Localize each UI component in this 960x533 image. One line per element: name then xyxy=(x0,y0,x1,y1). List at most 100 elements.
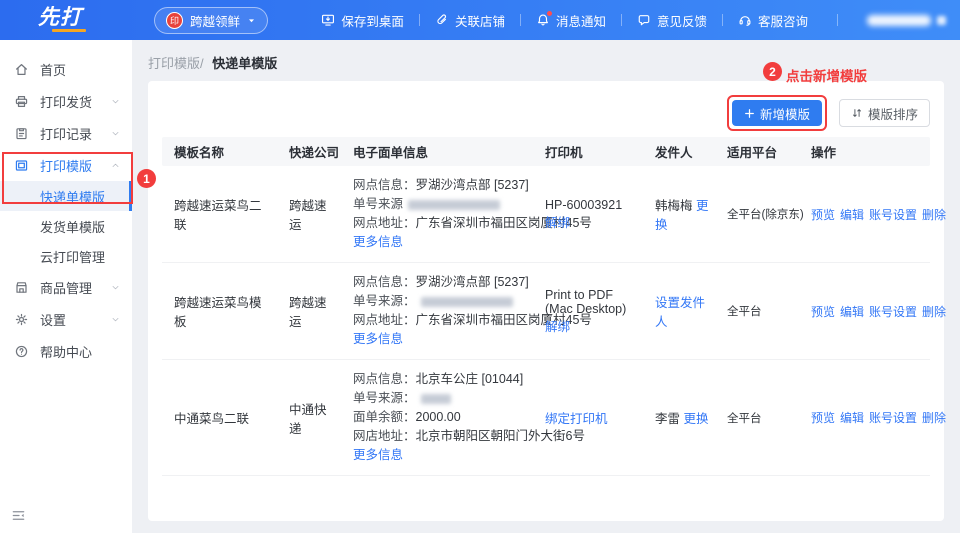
sidebar-item-print-shipping[interactable]: 打印发货 xyxy=(0,85,132,117)
change-sender-link[interactable]: 更换 xyxy=(683,412,708,426)
home-icon xyxy=(14,62,29,77)
waybill-value: 2000.00 xyxy=(415,410,461,424)
chevron-down-icon xyxy=(111,283,120,292)
sidebar-item-home[interactable]: 首页 xyxy=(0,53,132,85)
bind-printer-link[interactable]: 绑定打印机 xyxy=(545,412,608,426)
chevron-down-icon xyxy=(111,315,120,324)
topbar-notifications[interactable]: 消息通知 xyxy=(536,11,606,30)
unbind-printer-link[interactable]: 解绑 xyxy=(545,216,570,230)
sort-templates-label: 模版排序 xyxy=(867,107,918,122)
sidebar-item-label: 商品管理 xyxy=(40,280,93,296)
courier-company: 跨越速运 xyxy=(289,199,327,232)
collapse-sidebar-icon[interactable] xyxy=(11,508,26,523)
more-info-link[interactable]: 更多信息 xyxy=(353,233,527,252)
sidebar-subitem-express-template[interactable]: 快递单模版 xyxy=(0,181,132,211)
column-header-6: 操作 xyxy=(811,146,837,160)
sidebar-subitem-cloud-print[interactable]: 云打印管理 xyxy=(0,241,132,271)
waybill-label: 单号来源： xyxy=(353,391,416,405)
sidebar-subitem-label: 发货单模版 xyxy=(40,219,106,235)
column-header-5: 适用平台 xyxy=(727,146,778,160)
waybill-value: 北京市朝阳区朝阳门外大街6号 xyxy=(415,429,585,443)
set-sender-link[interactable]: 设置发件人 xyxy=(655,296,705,329)
chevron-up-icon xyxy=(111,161,120,170)
logo-underline xyxy=(52,29,86,32)
sidebar-item-settings[interactable]: 设置 xyxy=(0,303,132,335)
courier-company: 跨越速运 xyxy=(289,296,327,329)
waybill-line: 网点信息： 罗湖沙湾点部 [5237] xyxy=(353,273,529,292)
sidebar-item-help[interactable]: 帮助中心 xyxy=(0,335,132,367)
row-actions: 预览 编辑 账号设置 删除 xyxy=(799,206,952,223)
edit-link[interactable]: 编辑 xyxy=(840,409,864,426)
table-row: 中通菜鸟二联 中通快递 网点信息： 北京车公庄 [01044] 单号来源： 面单余额： 20… xyxy=(162,360,946,476)
delete-link[interactable]: 删除 xyxy=(922,409,946,426)
topbar-notifications-label: 消息通知 xyxy=(555,14,606,29)
waybill-line: 面单余额： 2000.00 xyxy=(353,408,527,427)
table-row: 跨越速运菜鸟模板 跨越速运 网点信息： 罗湖沙湾点部 [5237] 单号来源： 网点地址：… xyxy=(162,263,946,360)
divider xyxy=(721,14,723,26)
edit-link[interactable]: 编辑 xyxy=(840,303,864,320)
waybill-label: 网点信息： xyxy=(353,275,416,289)
sidebar-item-label: 首页 xyxy=(40,62,67,78)
breadcrumb-parent[interactable]: 打印模版/ xyxy=(148,56,204,71)
divider xyxy=(620,14,622,26)
topbar-feedback[interactable]: 意见反馈 xyxy=(637,11,707,30)
user-account-redacted[interactable] xyxy=(867,14,931,26)
monitor-download-icon xyxy=(321,13,335,27)
unbind-printer-link[interactable]: 解绑 xyxy=(545,320,570,334)
preview-link[interactable]: 预览 xyxy=(811,206,835,223)
table-body: 跨越速运菜鸟二联 跨越速运 网点信息： 罗湖沙湾点部 [5237] 单号来源 网点地址：广… xyxy=(162,166,946,476)
template-name: 中通菜鸟二联 xyxy=(174,412,250,426)
row-actions: 预览 编辑 账号设置 删除 xyxy=(799,303,952,320)
add-template-button[interactable]: 新增模版 xyxy=(731,100,822,126)
sort-templates-button[interactable]: 模版排序 xyxy=(838,99,930,127)
store-icon xyxy=(14,280,29,295)
topbar-support-label: 客服咨询 xyxy=(757,14,808,29)
waybill-value: 罗湖沙湾点部 [5237] xyxy=(415,178,529,192)
waybill-label: 网店地址： xyxy=(353,429,416,443)
topbar-link-shop[interactable]: 关联店铺 xyxy=(435,11,505,30)
applicable-platform: 全平台 xyxy=(727,306,762,318)
waybill-line: 网点地址： 广东省深圳市福田区岗厦村45号 xyxy=(353,311,592,330)
logo-text: 先打 xyxy=(38,6,82,29)
template-name: 跨越速运菜鸟模板 xyxy=(174,296,262,329)
redacted-value xyxy=(408,199,501,210)
shop-selector[interactable]: 印 跨越领鲜 xyxy=(154,6,269,34)
account-settings-link[interactable]: 账号设置 xyxy=(869,303,917,320)
sidebar-subitem-label: 快递单模版 xyxy=(40,189,106,205)
waybill-line: 单号来源： xyxy=(353,389,527,408)
annotation-highlight-box-2: 新增模版 xyxy=(726,95,827,131)
waybill-line: 网点信息： 北京车公庄 [01044] xyxy=(353,370,527,389)
edit-link[interactable]: 编辑 xyxy=(840,206,864,223)
toolbar: 新增模版 模版排序 xyxy=(162,95,930,131)
app-window: 先打 印 跨越领鲜 保存到桌面 关联店铺 消息通知 意见反馈 客服咨询 首页 打印发货 打印… xyxy=(0,0,960,533)
delete-link[interactable]: 删除 xyxy=(922,303,946,320)
account-settings-link[interactable]: 账号设置 xyxy=(869,409,917,426)
waybill-label: 网点地址： xyxy=(353,216,416,230)
sender-cell: 李雷 更换 xyxy=(643,408,715,427)
more-info-link[interactable]: 更多信息 xyxy=(353,330,527,349)
topbar-save-desktop[interactable]: 保存到桌面 xyxy=(321,11,404,30)
preview-link[interactable]: 预览 xyxy=(811,303,835,320)
sender-name: 韩梅梅 xyxy=(655,199,696,213)
topbar-support[interactable]: 客服咨询 xyxy=(738,11,808,30)
delete-link[interactable]: 删除 xyxy=(922,206,946,223)
waybill-label: 网点信息： xyxy=(353,178,416,192)
waybill-value: 北京车公庄 [01044] xyxy=(415,372,524,386)
sidebar-item-print-records[interactable]: 打印记录 xyxy=(0,117,132,149)
help-icon xyxy=(14,344,29,359)
gear-icon xyxy=(14,312,29,327)
waybill-value: 罗湖沙湾点部 [5237] xyxy=(415,275,529,289)
top-bar: 先打 印 跨越领鲜 保存到桌面 关联店铺 消息通知 意见反馈 客服咨询 xyxy=(0,0,960,40)
preview-link[interactable]: 预览 xyxy=(811,409,835,426)
sidebar-item-label: 帮助中心 xyxy=(40,344,93,360)
chevron-down-icon xyxy=(111,129,120,138)
column-header-4: 发件人 xyxy=(655,146,693,160)
sidebar-subitem-shipping-template[interactable]: 发货单模版 xyxy=(0,211,132,241)
brand-logo: 先打 xyxy=(0,6,132,32)
more-info-link[interactable]: 更多信息 xyxy=(353,446,527,465)
divider xyxy=(519,14,521,26)
account-settings-link[interactable]: 账号设置 xyxy=(869,206,917,223)
column-header-0: 模板名称 xyxy=(174,146,225,160)
sidebar-item-print-templates[interactable]: 打印模版 xyxy=(0,149,132,181)
sidebar-item-products[interactable]: 商品管理 xyxy=(0,271,132,303)
